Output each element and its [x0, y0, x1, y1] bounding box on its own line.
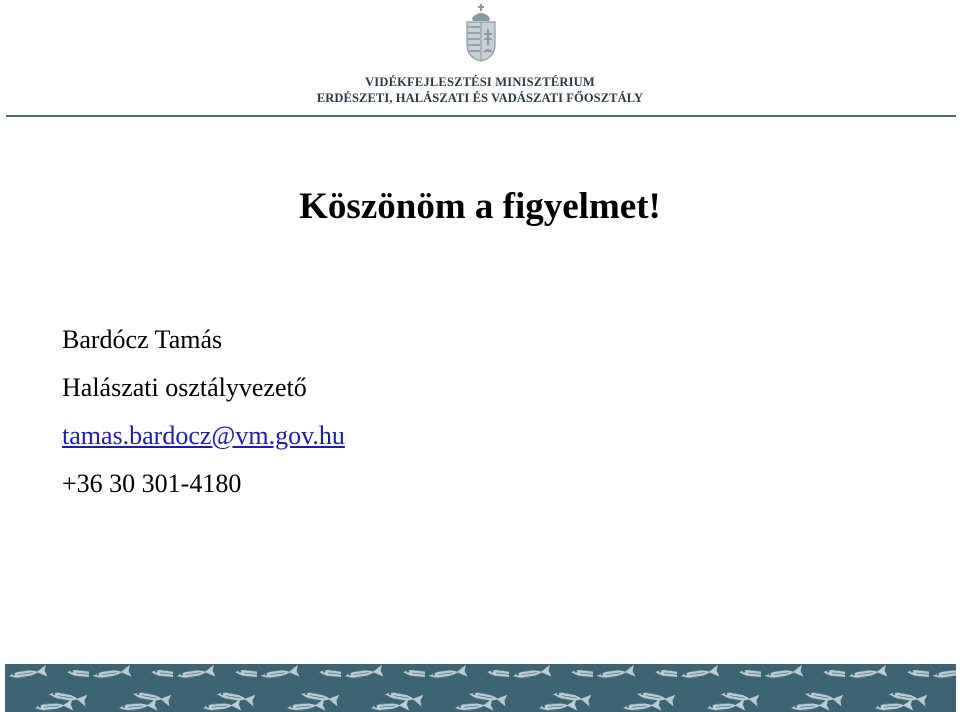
- ministry-line-1: VIDÉKFEJLESZTÉSI MINISZTÉRIUM: [365, 75, 595, 89]
- contact-name: Bardócz Tamás: [62, 325, 223, 354]
- contact-phone: +36 30 301-4180: [62, 469, 242, 498]
- contact-block: Bardócz Tamás Halászati osztályvezető ta…: [62, 316, 345, 508]
- fish-pattern-footer: [5, 664, 956, 712]
- email-link[interactable]: tamas.bardocz@vm.gov.hu: [62, 421, 345, 450]
- hungarian-coat-of-arms-icon: [466, 4, 496, 62]
- slide-title: Köszönöm a figyelmet!: [299, 186, 661, 227]
- header-divider: [6, 115, 956, 117]
- department-line: ERDÉSZETI, HALÁSZATI ÉS VADÁSZATI FŐOSZT…: [316, 91, 644, 105]
- ministry-name: VIDÉKFEJLESZTÉSI MINISZTÉRIUM ERDÉSZETI,…: [300, 74, 660, 106]
- slide-header: VIDÉKFEJLESZTÉSI MINISZTÉRIUM ERDÉSZETI,…: [0, 0, 960, 120]
- contact-position: Halászati osztályvezető: [62, 373, 307, 402]
